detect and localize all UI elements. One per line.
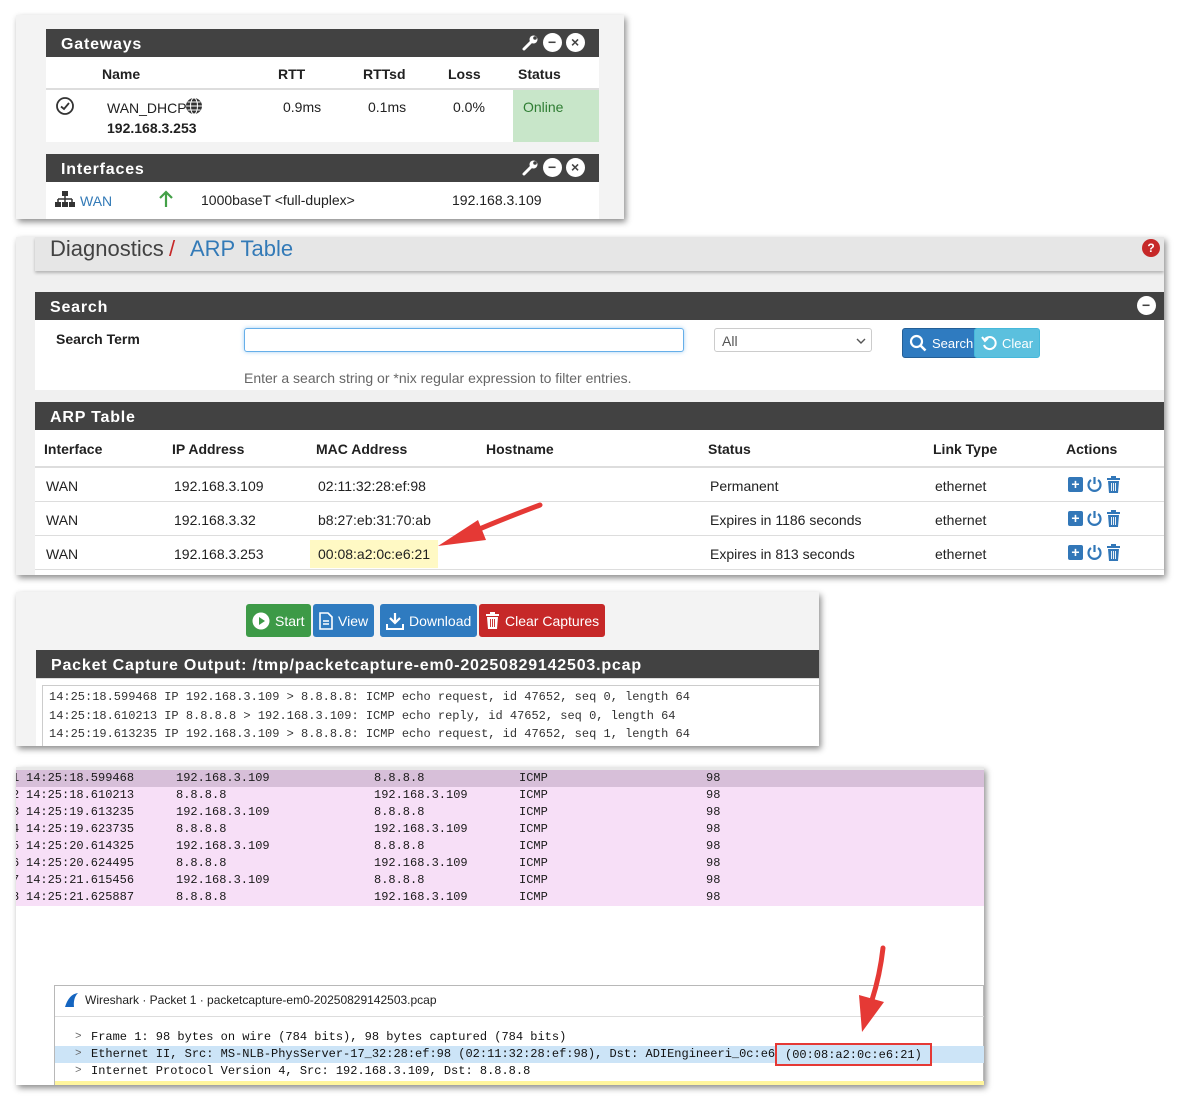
- annotation-arrow-icon: [438, 502, 543, 546]
- annotation-arrow-icon: [859, 945, 886, 1032]
- annotation-overlay: [438, 502, 886, 1032]
